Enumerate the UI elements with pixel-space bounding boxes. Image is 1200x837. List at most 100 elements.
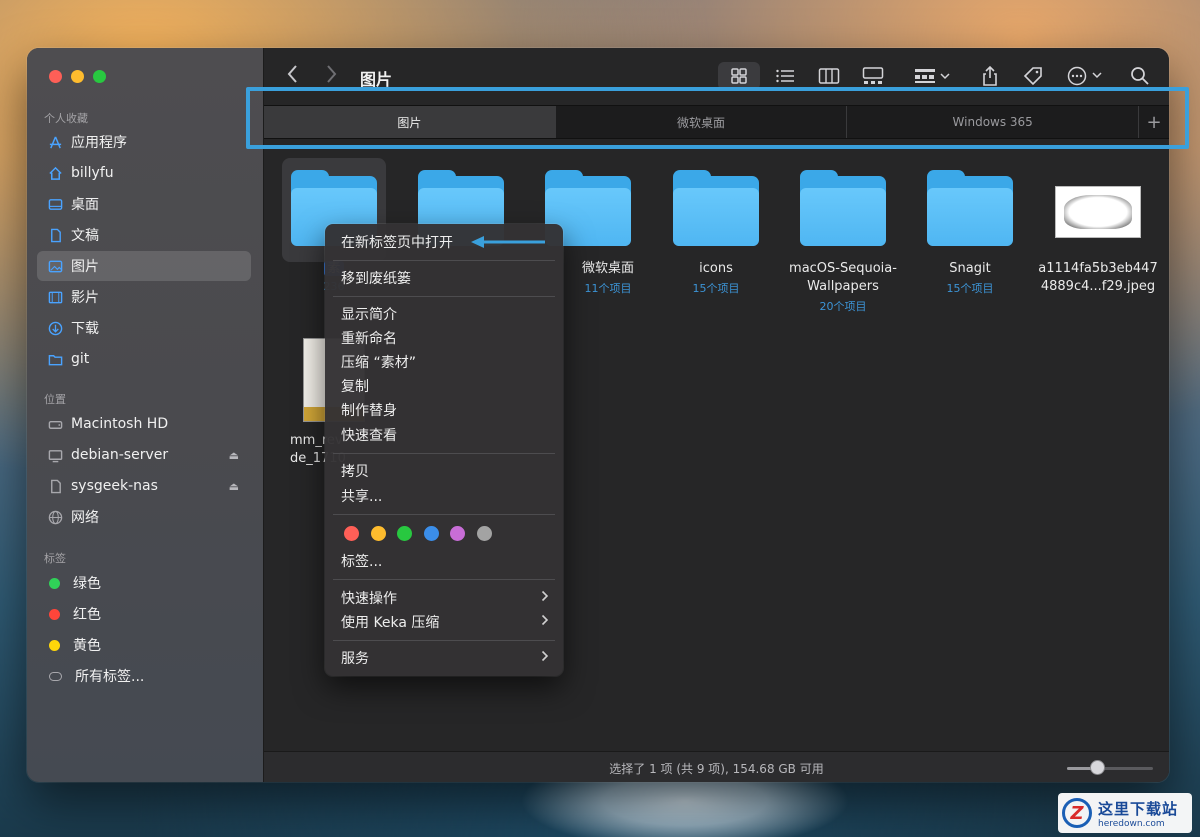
- tag-color-yellow[interactable]: [371, 526, 386, 541]
- menu-item-share[interactable]: 共享...: [341, 485, 549, 507]
- menu-item-open-in-new-tab[interactable]: 在新标签页中打开: [341, 231, 549, 253]
- sidebar-item-label: 文稿: [71, 228, 99, 244]
- item-name: a1114fa5b3eb447: [1038, 261, 1158, 276]
- menu-item-compress[interactable]: 压缩 “素材”: [341, 351, 549, 373]
- sidebar-section-tags: 标签: [44, 552, 66, 565]
- file-item-jpeg[interactable]: a1114fa5b3eb447 4889c4...f29.jpeg: [1038, 176, 1158, 296]
- gallery-view-button[interactable]: [858, 62, 888, 90]
- sidebar-item-label: debian-server: [71, 447, 169, 463]
- menu-separator: [333, 514, 555, 515]
- menu-item-get-info[interactable]: 显示简介: [341, 303, 549, 325]
- folder-item-snagit[interactable]: Snagit 15个项目: [910, 170, 1030, 296]
- menu-item-label: 使用 Keka 压缩: [341, 615, 440, 631]
- tab-pictures[interactable]: 图片: [264, 106, 556, 138]
- group-by-button[interactable]: [912, 62, 954, 90]
- tag-dot-icon: [49, 639, 60, 651]
- sidebar-item-git[interactable]: git: [37, 344, 251, 374]
- sidebar-item-applications[interactable]: 应用程序: [37, 127, 251, 157]
- menu-separator: [333, 296, 555, 297]
- back-button[interactable]: [286, 63, 300, 89]
- minimize-button[interactable]: [71, 70, 84, 83]
- new-tab-button[interactable]: +: [1139, 106, 1169, 138]
- menu-separator: [333, 453, 555, 454]
- tag-color-purple[interactable]: [450, 526, 465, 541]
- tag-color-red[interactable]: [344, 526, 359, 541]
- tab-windows-365[interactable]: Windows 365: [847, 106, 1140, 138]
- menu-item-rename[interactable]: 重新命名: [341, 327, 549, 349]
- network-icon: [47, 509, 63, 525]
- menu-item-label: 压缩 “素材”: [341, 355, 416, 371]
- sidebar-item-home[interactable]: billyfu: [37, 158, 251, 188]
- sidebar-item-documents[interactable]: 文稿: [37, 220, 251, 250]
- forward-button[interactable]: [324, 63, 338, 89]
- folder-icon: [47, 351, 63, 367]
- sidebar-tag-red[interactable]: 红色: [37, 599, 251, 629]
- share-button[interactable]: [976, 62, 1004, 90]
- chevron-right-icon: [541, 614, 549, 630]
- close-button[interactable]: [49, 70, 62, 83]
- sidebar-item-sysgeek-nas[interactable]: sysgeek-nas ⏏: [37, 471, 251, 501]
- sidebar-item-label: 所有标签...: [75, 669, 145, 685]
- item-name-line2: 4889c4...f29.jpeg: [1040, 279, 1156, 294]
- sidebar-section-locations: 位置: [44, 393, 66, 406]
- menu-item-make-alias[interactable]: 制作替身: [341, 399, 549, 421]
- sidebar-tag-green[interactable]: 绿色: [37, 568, 251, 598]
- home-icon: [47, 165, 63, 181]
- zoom-button[interactable]: [93, 70, 106, 83]
- sidebar-item-macintosh-hd[interactable]: Macintosh HD: [37, 409, 251, 439]
- item-count: 20个项目: [819, 300, 867, 313]
- menu-item-label: 移到废纸篓: [341, 271, 411, 287]
- menu-separator: [333, 640, 555, 641]
- sidebar-item-pictures[interactable]: 图片: [37, 251, 251, 281]
- eject-icon[interactable]: ⏏: [229, 449, 239, 462]
- tag-color-grey[interactable]: [477, 526, 492, 541]
- menu-item-move-to-trash[interactable]: 移到废纸篓: [341, 267, 549, 289]
- sidebar-item-movies[interactable]: 影片: [37, 282, 251, 312]
- icon-size-slider[interactable]: [1067, 760, 1153, 775]
- sidebar-item-desktop[interactable]: 桌面: [37, 189, 251, 219]
- sidebar-tag-all[interactable]: 所有标签...: [37, 661, 251, 691]
- eject-icon[interactable]: ⏏: [229, 480, 239, 493]
- image-thumbnail: [1055, 186, 1141, 238]
- menu-item-tags[interactable]: 标签...: [341, 550, 549, 572]
- tag-color-blue[interactable]: [424, 526, 439, 541]
- tag-button[interactable]: [1018, 62, 1048, 90]
- menu-item-quick-actions[interactable]: 快速操作: [341, 587, 549, 609]
- tab-bar: 图片 微软桌面 Windows 365 +: [264, 105, 1169, 139]
- column-view-button[interactable]: [814, 62, 844, 90]
- sidebar-item-label: git: [71, 351, 90, 367]
- item-name-line2: Wallpapers: [807, 279, 879, 294]
- toolbar: 图片: [264, 48, 1169, 104]
- menu-item-duplicate[interactable]: 复制: [341, 375, 549, 397]
- menu-item-quick-look[interactable]: 快速查看: [341, 424, 549, 446]
- menu-item-services[interactable]: 服务: [341, 647, 549, 669]
- site-watermark: Z 这里下载站 heredown.com: [1058, 793, 1192, 833]
- grid-icon: [731, 68, 747, 84]
- icon-view-button[interactable]: [718, 62, 760, 90]
- tag-color-green[interactable]: [397, 526, 412, 541]
- tab-microsoft-desktop[interactable]: 微软桌面: [556, 106, 848, 138]
- sidebar-item-label: 桌面: [71, 197, 99, 213]
- chevron-right-icon: [541, 590, 549, 606]
- menu-item-label: 共享...: [341, 489, 383, 505]
- folder-item-icons[interactable]: icons 15个项目: [656, 170, 776, 296]
- search-button[interactable]: [1126, 62, 1154, 90]
- chevron-right-icon: [541, 650, 549, 666]
- folder-item-macos-sequoia-wallpapers[interactable]: macOS-Sequoia- Wallpapers 20个项目: [783, 170, 903, 314]
- sidebar-tag-yellow[interactable]: 黄色: [37, 630, 251, 660]
- menu-item-keka[interactable]: 使用 Keka 压缩: [341, 611, 549, 633]
- more-actions-button[interactable]: [1064, 62, 1108, 90]
- nas-icon: [47, 478, 63, 494]
- menu-item-copy[interactable]: 拷贝: [341, 460, 549, 482]
- sidebar-item-label: 网络: [71, 510, 99, 526]
- sidebar-item-network[interactable]: 网络: [37, 502, 251, 532]
- folder-icon: [673, 170, 759, 246]
- apps-icon: [47, 134, 63, 150]
- item-name: macOS-Sequoia-: [789, 261, 897, 276]
- sidebar-item-downloads[interactable]: 下载: [37, 313, 251, 343]
- item-count: 15个项目: [692, 282, 740, 295]
- list-view-button[interactable]: [770, 62, 800, 90]
- slider-knob[interactable]: [1090, 760, 1106, 775]
- sidebar-item-debian-server[interactable]: debian-server ⏏: [37, 440, 251, 470]
- tag-icon: [1023, 67, 1042, 86]
